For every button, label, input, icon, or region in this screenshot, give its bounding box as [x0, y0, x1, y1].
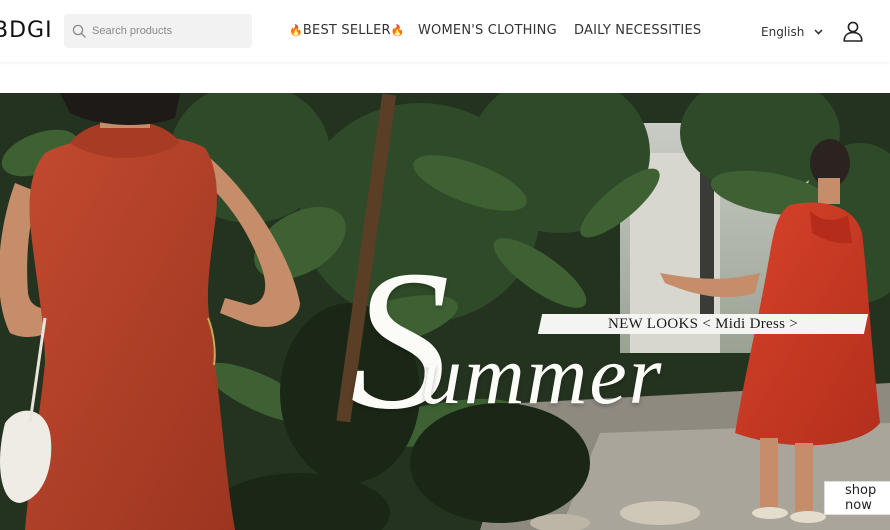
hero-headline: ummer	[420, 329, 664, 422]
search-input[interactable]	[92, 25, 242, 37]
hero-banner[interactable]: S NEW LOOKS < Midi Dress > ummer shop no…	[0, 93, 890, 530]
search-bar[interactable]	[64, 14, 252, 48]
nav-best-seller-label: BEST SELLER	[302, 23, 391, 38]
fire-icon: 🔥	[289, 24, 303, 37]
logo[interactable]: BDGI	[0, 18, 53, 43]
chevron-down-icon	[814, 29, 823, 35]
search-icon	[72, 24, 86, 38]
nav-best-seller[interactable]: 🔥BEST SELLER🔥	[289, 23, 405, 38]
language-label: English	[761, 25, 805, 39]
nav-womens-clothing[interactable]: WOMEN'S CLOTHING	[418, 23, 557, 38]
language-selector[interactable]: English	[761, 25, 823, 39]
site-header: BDGI 🔥BEST SELLER🔥 WOMEN'S CLOTHING DAIL…	[0, 0, 890, 62]
shop-now-button[interactable]: shop now	[824, 481, 890, 515]
fire-icon: 🔥	[390, 24, 405, 37]
user-icon[interactable]	[842, 20, 864, 42]
nav-daily-necessities[interactable]: DAILY NECESSITIES	[574, 23, 701, 38]
